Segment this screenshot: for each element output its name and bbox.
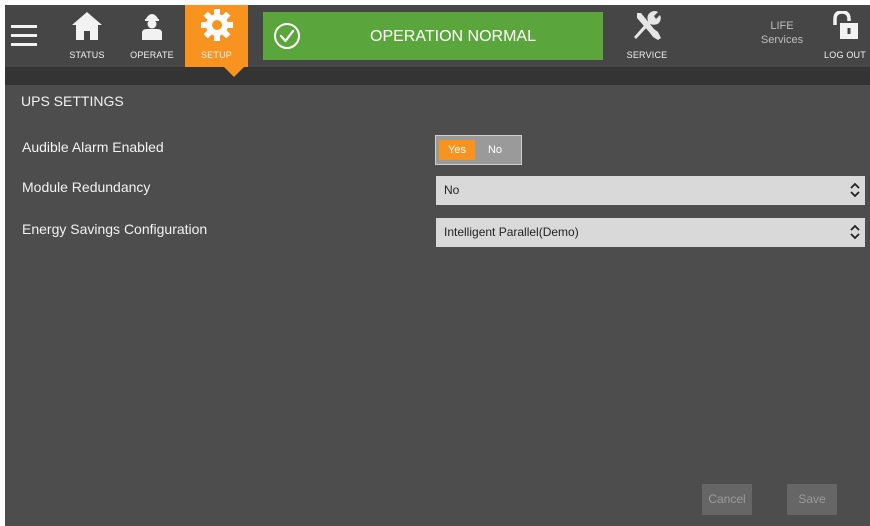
up-down-arrows-icon [850, 182, 860, 198]
operation-status-text: OPERATION NORMAL [370, 28, 536, 45]
nav-setup-button[interactable]: SETUP [185, 5, 248, 67]
nav-operate-button[interactable]: OPERATE [122, 5, 182, 67]
active-tab-pointer [224, 67, 244, 77]
toggle-yes-option[interactable]: Yes [439, 140, 475, 160]
menu-icon[interactable] [11, 25, 37, 47]
cancel-button[interactable]: Cancel [702, 484, 752, 515]
app-window: STATUS OPERATE SETUP OPERATION NORMAL SE… [5, 5, 870, 526]
gear-icon [200, 9, 233, 41]
nav-status-label: STATUS [69, 50, 105, 60]
audible-alarm-toggle[interactable]: Yes No [435, 135, 522, 165]
header-divider [5, 67, 870, 85]
life-services-link[interactable]: LIFE Services [751, 19, 813, 47]
audible-alarm-label: Audible Alarm Enabled [22, 139, 164, 155]
module-redundancy-label: Module Redundancy [22, 179, 151, 195]
save-button[interactable]: Save [787, 484, 837, 515]
nav-logout-button[interactable]: LOG OUT [820, 5, 870, 67]
energy-savings-select[interactable]: Intelligent Parallel(Demo) [436, 218, 865, 247]
nav-setup-label: SETUP [200, 50, 232, 60]
life-label: LIFE [770, 20, 794, 32]
tools-icon [634, 11, 661, 40]
module-redundancy-value: No [444, 183, 460, 197]
energy-savings-label: Energy Savings Configuration [22, 221, 208, 237]
top-navigation-bar: STATUS OPERATE SETUP OPERATION NORMAL SE… [5, 5, 870, 67]
services-label: Services [760, 34, 804, 46]
operator-icon [142, 14, 162, 40]
operation-status-banner: OPERATION NORMAL [263, 12, 603, 60]
page-title: UPS SETTINGS [21, 93, 124, 109]
toggle-no-option[interactable]: No [477, 140, 513, 160]
energy-savings-value: Intelligent Parallel(Demo) [444, 225, 579, 239]
unlock-icon [833, 11, 858, 39]
module-redundancy-select[interactable]: No [436, 176, 865, 205]
nav-logout-label: LOG OUT [824, 50, 866, 60]
nav-operate-label: OPERATE [130, 50, 174, 60]
nav-service-label: SERVICE [626, 50, 668, 60]
up-down-arrows-icon [850, 224, 860, 240]
nav-service-button[interactable]: SERVICE [617, 5, 677, 67]
nav-status-button[interactable]: STATUS [60, 5, 114, 67]
home-icon [72, 12, 102, 40]
